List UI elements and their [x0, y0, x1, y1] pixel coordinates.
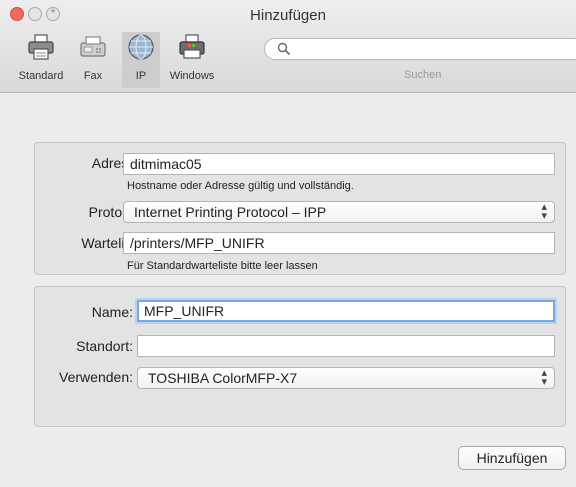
window-titlebar: + Hinzufügen Standard Fax IP Windows Suc…	[0, 0, 576, 93]
location-field[interactable]	[137, 335, 555, 357]
name-label: Name:	[91, 304, 133, 320]
address-field[interactable]: ditmimac05	[123, 153, 555, 175]
connection-group: Adresse: ditmimac05 Hostname oder Adress…	[34, 142, 566, 275]
toolbar-fax[interactable]: Fax	[76, 32, 110, 88]
toolbar-ip-label: IP	[135, 70, 147, 82]
add-button[interactable]: Hinzufügen	[458, 446, 566, 470]
toolbar-windows[interactable]: Windows	[166, 32, 218, 88]
use-select[interactable]: TOSHIBA ColorMFP-X7 ▴ ▾	[137, 367, 555, 389]
search-input[interactable]	[264, 38, 576, 60]
window-title: Hinzufügen	[250, 7, 326, 24]
protocol-value: Internet Printing Protocol – IPP	[134, 204, 327, 220]
queue-field[interactable]: /printers/MFP_UNIFR	[123, 232, 555, 254]
printer-icon	[28, 34, 54, 60]
toolbar-windows-label: Windows	[169, 70, 215, 82]
location-label: Standort:	[76, 338, 133, 354]
printer-group: Name: MFP_UNIFR Standort: Verwenden: TOS…	[34, 286, 566, 427]
toolbar-fax-label: Fax	[83, 70, 103, 82]
fax-icon	[80, 36, 106, 57]
search-icon	[277, 42, 291, 56]
toolbar-standard-label: Standard	[18, 70, 64, 82]
name-field[interactable]: MFP_UNIFR	[137, 300, 555, 322]
globe-icon	[128, 34, 154, 60]
select-arrows-icon: ▴ ▾	[541, 201, 547, 222]
address-hint: Hostname oder Adresse gültig und vollstä…	[127, 180, 354, 192]
queue-hint: Für Standardwarteliste bitte leer lassen	[127, 260, 318, 272]
select-arrows-icon: ▴ ▾	[541, 367, 547, 388]
search-label: Suchen	[404, 69, 442, 81]
use-label: Verwenden:	[59, 369, 133, 385]
toolbar-ip[interactable]: IP	[122, 32, 160, 88]
windows-printer-icon	[179, 34, 205, 59]
protocol-select[interactable]: Internet Printing Protocol – IPP ▴ ▾	[123, 201, 555, 223]
use-value: TOSHIBA ColorMFP-X7	[148, 370, 298, 386]
toolbar-standard[interactable]: Standard	[16, 32, 66, 88]
